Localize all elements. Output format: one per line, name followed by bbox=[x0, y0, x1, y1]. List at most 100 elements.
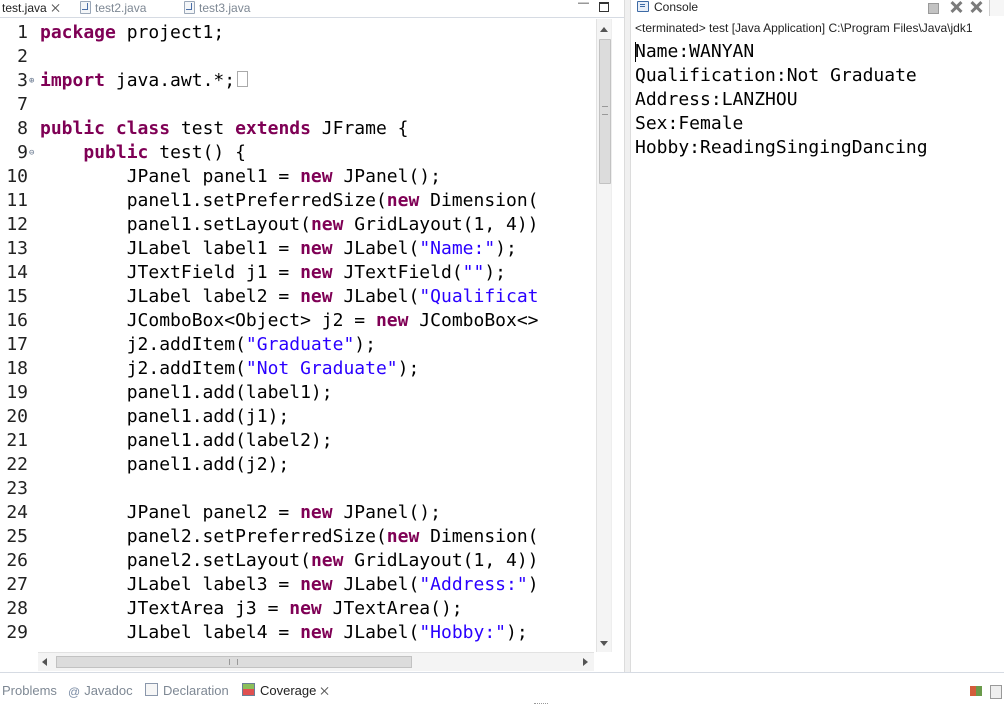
code-line[interactable]: 17 j2.addItem("Graduate"); bbox=[0, 333, 596, 357]
keyword-token: new bbox=[310, 214, 344, 235]
code-line[interactable]: 16 JComboBox<Object> j2 = new JComboBox<… bbox=[0, 309, 596, 333]
pane-divider[interactable] bbox=[624, 0, 631, 672]
code-line[interactable]: 14 JTextField j1 = new JTextField(""); bbox=[0, 261, 596, 285]
maximize-button[interactable] bbox=[599, 2, 609, 12]
code-token: panel1.setLayout( bbox=[40, 214, 311, 235]
console-output-line: Name:WANYAN bbox=[635, 41, 755, 62]
code-line[interactable]: 21 panel1.add(label2); bbox=[0, 429, 596, 453]
console-tab-label: Console bbox=[654, 0, 699, 14]
code-line[interactable]: 27 JLabel label3 = new JLabel("Address:"… bbox=[0, 573, 596, 597]
tab-problems[interactable]: Problems bbox=[2, 682, 57, 700]
tab-console[interactable]: Console bbox=[637, 0, 698, 16]
minimize-button[interactable]: — bbox=[578, 0, 589, 9]
line-number: 10 bbox=[6, 166, 28, 187]
remove-launch-icon[interactable] bbox=[950, 1, 962, 13]
scroll-down-arrow-icon[interactable] bbox=[600, 641, 608, 646]
code-token: test bbox=[170, 118, 236, 139]
vertical-scroll-thumb[interactable] bbox=[599, 39, 611, 184]
view-toolbar-icon[interactable] bbox=[990, 685, 1002, 699]
tab-javadoc[interactable]: @ Javadoc bbox=[68, 682, 133, 700]
code-line[interactable]: 7 bbox=[0, 93, 596, 117]
scroll-up-arrow-icon[interactable] bbox=[600, 27, 608, 32]
code-text: JLabel label4 = new JLabel("Hobby:"); bbox=[40, 621, 528, 645]
editor-pane: test.java test2.java test3.java — 1 packa… bbox=[0, 0, 625, 672]
vertical-scrollbar[interactable] bbox=[596, 19, 611, 652]
keyword-token: package bbox=[40, 22, 116, 43]
scroll-right-arrow-icon[interactable] bbox=[583, 658, 588, 666]
tab-test3-java[interactable]: test3.java bbox=[184, 0, 250, 17]
code-line[interactable]: 19 panel1.add(label1); bbox=[0, 381, 596, 405]
keyword-token: import bbox=[40, 70, 106, 91]
grip-icon bbox=[229, 659, 238, 665]
overview-ruler[interactable] bbox=[611, 19, 625, 652]
view-menu-button[interactable] bbox=[989, 0, 1004, 16]
code-token: JLabel( bbox=[332, 622, 420, 643]
keyword-token: new bbox=[300, 262, 333, 283]
close-icon[interactable] bbox=[52, 4, 60, 12]
code-line[interactable]: 24 JPanel panel2 = new JPanel(); bbox=[0, 501, 596, 525]
code-line[interactable]: 9 ⊖ public test() { bbox=[0, 141, 596, 165]
tab-test2-java[interactable]: test2.java bbox=[80, 0, 146, 17]
fold-toggle-icon[interactable]: ⊕ bbox=[29, 69, 34, 93]
code-line[interactable]: 13 JLabel label1 = new JLabel("Name:"); bbox=[0, 237, 596, 261]
code-token: JPanel(); bbox=[332, 166, 441, 187]
line-number: 21 bbox=[6, 430, 28, 451]
tab-label: test.java bbox=[2, 1, 47, 15]
code-token: GridLayout(1, 4)) bbox=[343, 550, 539, 571]
keyword-token: class bbox=[115, 118, 171, 139]
code-line[interactable]: 11 panel1.setPreferredSize(new Dimension… bbox=[0, 189, 596, 213]
tab-label: Javadoc bbox=[84, 683, 133, 698]
code-line[interactable]: 2 bbox=[0, 45, 596, 69]
code-line[interactable]: 15 JLabel label2 = new JLabel("Qualifica… bbox=[0, 285, 596, 309]
code-line[interactable]: 12 panel1.setLayout(new GridLayout(1, 4)… bbox=[0, 213, 596, 237]
line-number: 29 bbox=[6, 622, 28, 643]
string-token: "Address:" bbox=[419, 574, 528, 595]
scroll-left-arrow-icon[interactable] bbox=[42, 658, 47, 666]
console-pane: Console <terminated> test [Java Applicat… bbox=[631, 0, 1004, 672]
console-tab-bar: Console bbox=[631, 0, 1004, 17]
console-output[interactable]: Name:WANYAN Qualification:Not Graduate Add… bbox=[635, 40, 1004, 160]
code-token: JLabel label2 = bbox=[40, 286, 301, 307]
line-number: 23 bbox=[6, 478, 28, 499]
terminate-icon[interactable] bbox=[928, 3, 939, 14]
code-token: panel2.setLayout( bbox=[40, 550, 311, 571]
keyword-token: new bbox=[300, 574, 333, 595]
sash-grip-icon bbox=[534, 703, 548, 708]
code-text: panel1.setPreferredSize(new Dimension( bbox=[40, 189, 539, 213]
string-token: "" bbox=[462, 262, 485, 283]
fold-toggle-icon[interactable]: ⊖ bbox=[29, 141, 34, 165]
code-token: panel1.setPreferredSize( bbox=[40, 190, 387, 211]
code-line[interactable]: 26 panel2.setLayout(new GridLayout(1, 4)… bbox=[0, 549, 596, 573]
code-line[interactable]: 29 JLabel label4 = new JLabel("Hobby:"); bbox=[0, 621, 596, 645]
horizontal-scroll-thumb[interactable] bbox=[56, 656, 412, 668]
code-editor[interactable]: 1 package project1; 2 3 ⊕ import java.awt.*; 7… bbox=[0, 19, 596, 652]
code-text: JPanel panel1 = new JPanel(); bbox=[40, 165, 441, 189]
tab-declaration[interactable]: Declaration bbox=[145, 682, 229, 700]
code-token: ) bbox=[527, 574, 539, 595]
code-line[interactable]: 18 j2.addItem("Not Graduate"); bbox=[0, 357, 596, 381]
code-line[interactable]: 3 ⊕ import java.awt.*; bbox=[0, 69, 596, 93]
tab-test-java[interactable]: test.java bbox=[2, 0, 60, 17]
code-text: JComboBox<Object> j2 = new JComboBox<> bbox=[40, 309, 539, 333]
code-text: JTextArea j3 = new JTextArea(); bbox=[40, 597, 463, 621]
close-icon[interactable] bbox=[321, 687, 329, 695]
code-line[interactable]: 22 panel1.add(j2); bbox=[0, 453, 596, 477]
keyword-token: new bbox=[300, 238, 333, 259]
line-number: 1 bbox=[17, 22, 28, 43]
code-text: j2.addItem("Not Graduate"); bbox=[40, 357, 420, 381]
code-line[interactable]: 23 bbox=[0, 477, 596, 501]
code-line[interactable]: 28 JTextArea j3 = new JTextArea(); bbox=[0, 597, 596, 621]
code-token: JPanel panel2 = bbox=[40, 502, 301, 523]
coverage-toolbar-icon[interactable] bbox=[970, 686, 982, 696]
code-line[interactable]: 10 JPanel panel1 = new JPanel(); bbox=[0, 165, 596, 189]
code-line[interactable]: 1 package project1; bbox=[0, 21, 596, 45]
code-line[interactable]: 25 panel2.setPreferredSize(new Dimension… bbox=[0, 525, 596, 549]
code-text: panel1.add(label1); bbox=[40, 381, 333, 405]
tab-coverage[interactable]: Coverage bbox=[242, 682, 329, 700]
code-line[interactable]: 20 panel1.add(j1); bbox=[0, 405, 596, 429]
remove-all-terminated-icon[interactable] bbox=[970, 1, 982, 13]
collapsed-code-icon[interactable] bbox=[237, 71, 249, 87]
code-line[interactable]: 8 public class test extends JFrame { bbox=[0, 117, 596, 141]
horizontal-scrollbar[interactable] bbox=[38, 652, 594, 671]
tab-label: test2.java bbox=[95, 1, 147, 15]
